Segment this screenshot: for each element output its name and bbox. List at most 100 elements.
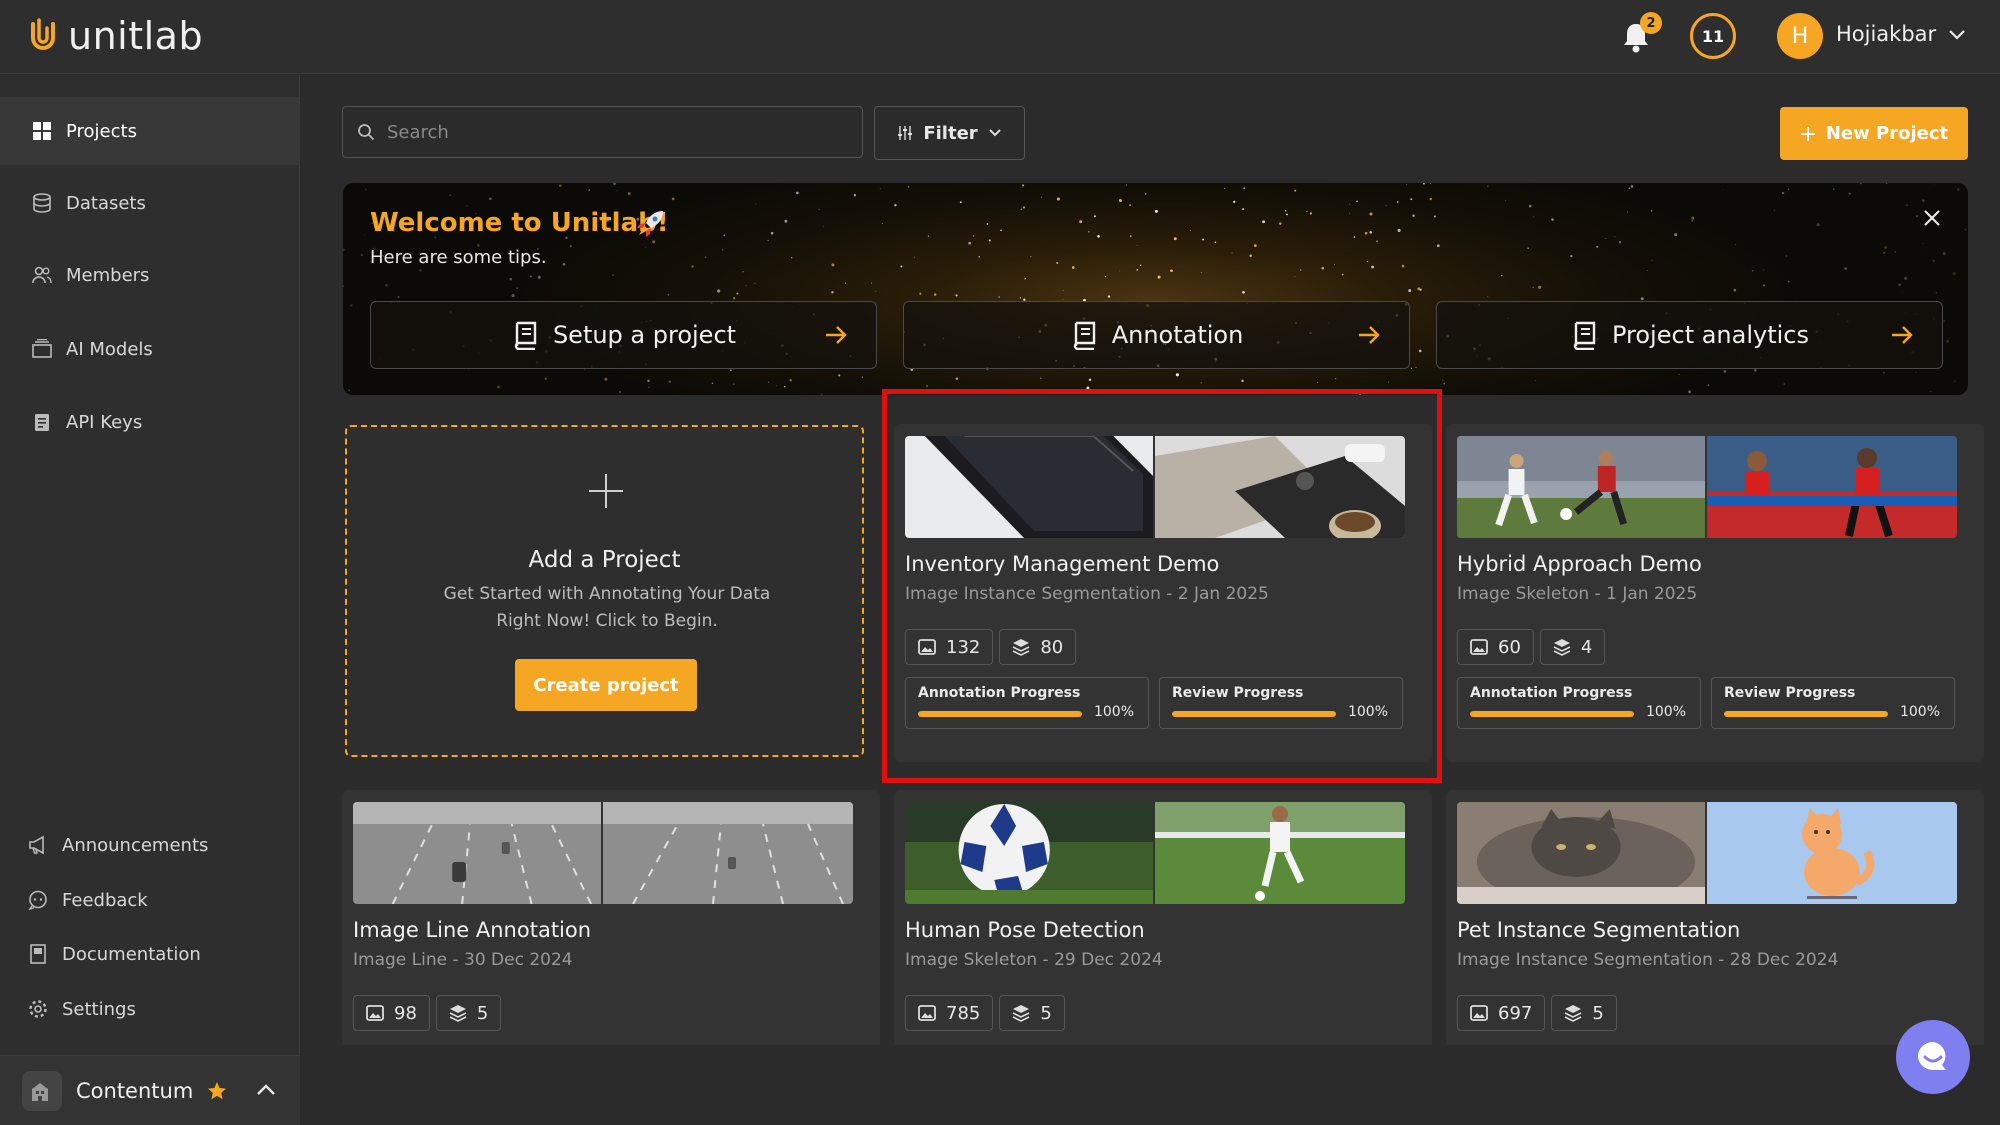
project-card-image-line[interactable]: Image Line Annotation Image Line - 30 De… xyxy=(342,790,880,1045)
star-dot xyxy=(908,186,910,188)
database-icon xyxy=(33,193,51,213)
add-project-card[interactable]: Add a Project Get Started with Annotatin… xyxy=(345,425,864,757)
star-dot xyxy=(776,385,777,387)
star-dot xyxy=(1783,383,1785,385)
tip-setup-project[interactable]: Setup a project xyxy=(370,301,877,369)
star-dot xyxy=(870,282,872,284)
star-dot xyxy=(722,249,724,251)
filter-button[interactable]: Filter xyxy=(874,106,1025,160)
chat-support-button[interactable] xyxy=(1896,1020,1970,1094)
star-dot xyxy=(1570,254,1573,258)
organization-switcher[interactable]: Contentum xyxy=(0,1055,300,1125)
sidebar: Projects Datasets Members AI Models API … xyxy=(0,75,300,1125)
project-card-pet-segmentation[interactable]: Pet Instance Segmentation Image Instance… xyxy=(1446,790,1984,1045)
star-dot xyxy=(619,391,621,393)
star-dot xyxy=(1860,183,1862,185)
sidebar-item-label: Announcements xyxy=(62,834,209,856)
star-dot xyxy=(1019,297,1022,299)
new-project-button[interactable]: New Project xyxy=(1780,107,1968,160)
image-icon xyxy=(918,1005,936,1021)
star-dot xyxy=(1921,199,1925,202)
sidebar-item-documentation[interactable]: Documentation xyxy=(0,929,300,979)
star-dot xyxy=(509,277,513,281)
organization-name: Contentum xyxy=(76,1078,194,1103)
star-dot xyxy=(1241,379,1244,383)
star-dot xyxy=(768,381,770,383)
sidebar-item-api-keys[interactable]: API Keys xyxy=(0,388,300,456)
layer-count-chip: 5 xyxy=(999,995,1065,1031)
tip-project-analytics[interactable]: Project analytics xyxy=(1436,301,1943,369)
star-dot xyxy=(1762,284,1766,287)
star-dot xyxy=(789,379,792,382)
star-dot xyxy=(1535,380,1536,381)
star-dot xyxy=(1200,382,1202,384)
star-dot xyxy=(875,290,877,292)
sidebar-item-members[interactable]: Members xyxy=(0,241,300,309)
star-dot xyxy=(717,289,721,293)
search-box[interactable] xyxy=(342,106,863,158)
star-dot xyxy=(612,274,614,276)
star-dot xyxy=(385,283,388,287)
user-name[interactable]: Hojiakbar xyxy=(1836,22,1936,46)
star-dot xyxy=(1528,204,1532,208)
chat-icon xyxy=(28,890,47,910)
book-icon xyxy=(30,944,46,964)
star-dot xyxy=(1243,187,1245,189)
search-input[interactable] xyxy=(387,121,827,143)
sidebar-item-ai-models[interactable]: AI Models xyxy=(0,315,300,383)
gear-icon xyxy=(29,1000,47,1018)
star-dot xyxy=(1062,299,1064,300)
credits-badge[interactable]: 11 xyxy=(1690,13,1736,59)
project-subtitle: Image Skeleton - 29 Dec 2024 xyxy=(905,950,1163,970)
star-dot xyxy=(1233,200,1236,204)
star-dot xyxy=(1040,377,1042,379)
star-dot xyxy=(723,234,725,236)
star-dot xyxy=(497,385,500,389)
highlight-box xyxy=(882,389,1442,783)
logo[interactable]: unitlab xyxy=(28,14,203,58)
star-dot xyxy=(1723,370,1727,373)
layers-icon xyxy=(449,1005,467,1022)
book-icon xyxy=(1073,321,1095,350)
star-dot xyxy=(1300,269,1302,271)
star-dot xyxy=(1154,209,1158,213)
sidebar-item-feedback[interactable]: Feedback xyxy=(0,875,300,925)
star-dot xyxy=(754,283,756,284)
avatar[interactable]: H xyxy=(1777,13,1823,59)
project-card-human-pose[interactable]: Human Pose Detection Image Skeleton - 29… xyxy=(894,790,1432,1045)
sidebar-item-settings[interactable]: Settings xyxy=(0,984,300,1034)
star-dot xyxy=(1173,237,1177,241)
star-dot xyxy=(1551,218,1554,221)
star-dot xyxy=(347,389,351,392)
sidebar-item-announcements[interactable]: Announcements xyxy=(0,820,300,870)
star-dot xyxy=(818,208,820,210)
progress-percent: 100% xyxy=(1645,704,1686,720)
star-dot xyxy=(1071,266,1075,269)
star-dot xyxy=(1376,240,1378,243)
star-dot xyxy=(1505,200,1507,201)
sidebar-item-datasets[interactable]: Datasets xyxy=(0,169,300,237)
project-thumbnails xyxy=(905,802,1405,904)
star-dot xyxy=(1129,204,1132,207)
star-dot xyxy=(1242,291,1245,294)
star-dot xyxy=(419,269,422,272)
chevron-down-icon[interactable] xyxy=(1948,28,1966,42)
filter-label: Filter xyxy=(923,122,978,144)
sidebar-item-label: Datasets xyxy=(66,192,146,214)
search-icon xyxy=(358,124,375,141)
star-dot xyxy=(1369,212,1373,216)
project-card-hybrid[interactable]: Hybrid Approach Demo Image Skeleton - 1 … xyxy=(1446,424,1984,762)
image-icon xyxy=(1470,1005,1488,1021)
close-icon[interactable] xyxy=(1921,207,1943,229)
create-project-button[interactable]: Create project xyxy=(515,659,697,711)
star-dot xyxy=(733,383,735,385)
layers-icon xyxy=(1553,639,1571,656)
star-dot xyxy=(998,296,1000,298)
star-dot xyxy=(988,242,990,244)
star-dot xyxy=(1364,231,1368,235)
tip-annotation[interactable]: Annotation xyxy=(903,301,1410,369)
star-dot xyxy=(1596,245,1599,248)
star-dot xyxy=(1088,378,1092,381)
sidebar-item-projects[interactable]: Projects xyxy=(0,97,300,165)
chevron-up-icon[interactable] xyxy=(256,1082,276,1098)
